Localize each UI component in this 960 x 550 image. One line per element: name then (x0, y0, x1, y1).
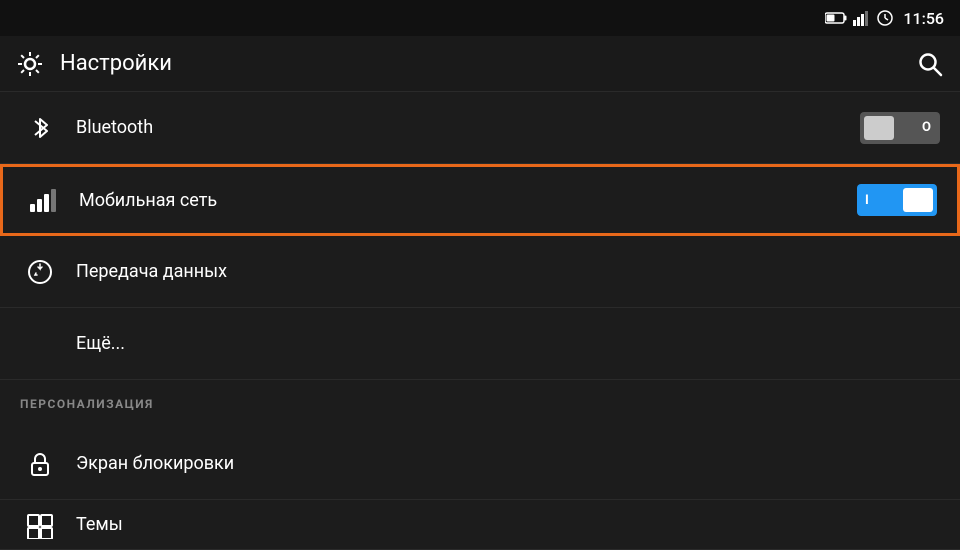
lock-screen-label: Экран блокировки (76, 453, 940, 474)
toggle-on-label: I (865, 193, 870, 208)
mobile-network-toggle[interactable]: I (857, 184, 937, 216)
status-icons: 11:56 (825, 9, 944, 28)
bluetooth-icon (26, 114, 54, 142)
lock-icon (26, 450, 54, 478)
top-bar: Настройки (0, 36, 960, 92)
toggle-knob-on (903, 188, 933, 212)
bluetooth-toggle[interactable]: O (860, 112, 940, 144)
gear-icon (16, 50, 44, 78)
mobile-network-icon-wrapper (23, 180, 63, 220)
data-transfer-label: Передача данных (76, 261, 940, 282)
toggle-off-label: O (922, 120, 932, 135)
personalization-section-header: ПЕРСОНАЛИЗАЦИЯ (0, 380, 960, 428)
lock-screen-item[interactable]: Экран блокировки (0, 428, 960, 500)
bluetooth-item[interactable]: Bluetooth O (0, 92, 960, 164)
settings-list: Bluetooth O Мобильная сеть I (0, 92, 960, 550)
personalization-label: ПЕРСОНАЛИЗАЦИЯ (20, 397, 154, 411)
bluetooth-label: Bluetooth (76, 117, 860, 138)
data-icon (877, 10, 893, 26)
themes-icon (26, 511, 54, 539)
mobile-signal-icon (29, 186, 57, 214)
search-icon (917, 51, 943, 77)
themes-item[interactable]: Темы (0, 500, 960, 550)
battery-icon (825, 11, 847, 25)
mobile-network-label: Мобильная сеть (79, 190, 857, 211)
data-transfer-icon (26, 258, 54, 286)
page-title: Настройки (60, 51, 900, 76)
mobile-network-item[interactable]: Мобильная сеть I (0, 164, 960, 236)
data-transfer-item[interactable]: Передача данных (0, 236, 960, 308)
data-transfer-icon-wrapper (20, 252, 60, 292)
lock-screen-icon-wrapper (20, 444, 60, 484)
themes-icon-wrapper (20, 505, 60, 545)
toggle-knob (864, 116, 894, 140)
more-item[interactable]: Ещё... (0, 308, 960, 380)
status-time: 11:56 (903, 9, 944, 28)
signal-icon (853, 10, 871, 26)
status-bar: 11:56 (0, 0, 960, 36)
themes-label: Темы (76, 514, 940, 535)
more-label: Ещё... (20, 333, 940, 354)
bluetooth-icon-wrapper (20, 108, 60, 148)
search-button[interactable] (916, 50, 944, 78)
